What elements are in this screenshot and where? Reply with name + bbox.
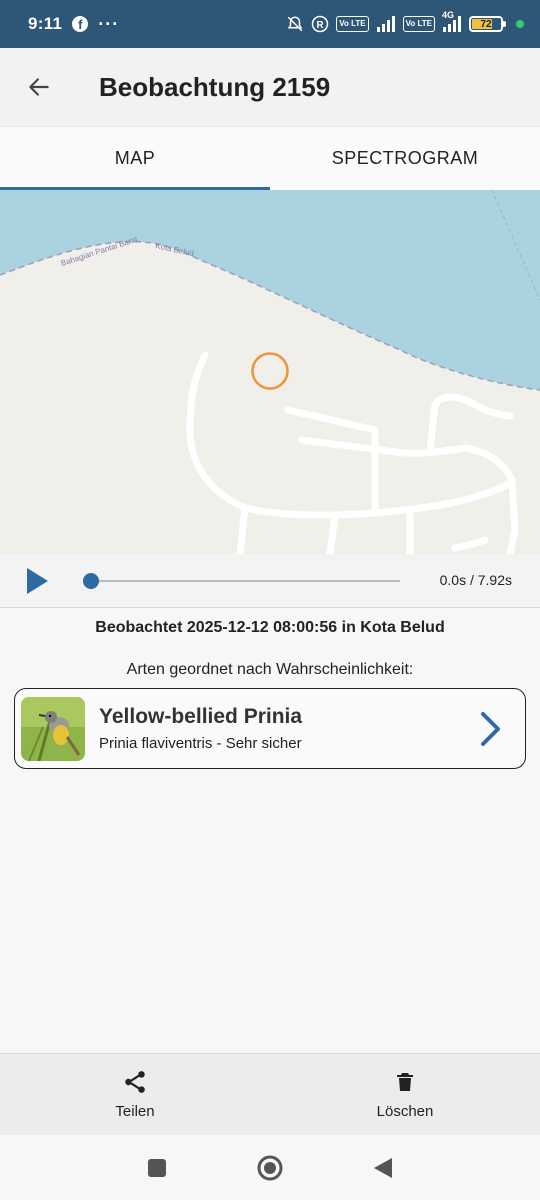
mute-bell-icon (286, 15, 304, 33)
roaming-icon: R (311, 15, 329, 33)
species-heading: Arten geordnet nach Wahrscheinlichkeit: (126, 661, 414, 678)
battery-level: 72 (480, 18, 492, 30)
tab-bar: MAP SPECTROGRAM (0, 126, 540, 190)
map-view[interactable]: Bahagian Pantai Barat Kota Belud (0, 190, 540, 554)
square-icon (147, 1158, 166, 1177)
playback-slider-thumb[interactable] (83, 573, 99, 589)
play-button[interactable] (0, 554, 74, 608)
species-photo (21, 696, 85, 761)
share-icon (125, 1071, 145, 1093)
playback-time: 0.0s / 7.92s (439, 572, 512, 588)
triangle-back-icon (374, 1157, 393, 1178)
species-scientific-name: Prinia flaviventris - Sehr sicher (99, 735, 302, 752)
tab-spectrogram[interactable]: SPECTROGRAM (270, 127, 540, 190)
home-button[interactable] (250, 1148, 290, 1188)
chevron-right-icon (481, 712, 500, 746)
delete-button[interactable]: Löschen (270, 1054, 540, 1135)
facebook-icon: f (72, 16, 89, 32)
tab-map[interactable]: MAP (0, 127, 270, 190)
status-time: 9:11 (28, 14, 63, 33)
species-common-name: Yellow-bellied Prinia (99, 705, 303, 728)
trash-icon (397, 1073, 413, 1091)
network-type: 4G (442, 10, 455, 20)
svg-text:R: R (317, 20, 324, 31)
share-label: Teilen (115, 1103, 155, 1120)
volte-badge: Vo LTE (336, 16, 369, 32)
recents-button[interactable] (137, 1148, 177, 1188)
share-button[interactable]: Teilen (0, 1054, 270, 1135)
delete-label: Löschen (376, 1103, 434, 1120)
map-canvas: Bahagian Pantai Barat Kota Belud (0, 190, 540, 554)
location-marker-icon (251, 352, 289, 390)
volte-badge-2: Vo LTE (402, 16, 435, 32)
species-card[interactable]: Yellow-bellied Prinia Prinia flaviventri… (14, 688, 526, 769)
playback-track[interactable] (90, 580, 400, 582)
status-bar: 9:11 f ··· R Vo LTE Vo LTE 4G 72 (0, 0, 540, 48)
arrow-back-icon (29, 78, 49, 96)
page-title: Beobachtung 2159 (99, 71, 331, 102)
privacy-indicator-dot (516, 20, 524, 28)
signal-4g-icon: 4G (442, 10, 462, 32)
system-nav-bar (0, 1135, 540, 1200)
observation-details: Beobachtet 2025-12-12 08:00:56 in Kota B… (95, 619, 445, 636)
app-bar: Beobachtung 2159 (0, 48, 540, 126)
circle-icon (257, 1155, 283, 1180)
system-back-button[interactable] (363, 1148, 403, 1188)
action-bar: Teilen Löschen (0, 1053, 540, 1135)
battery-icon: 72 (469, 16, 506, 32)
back-button[interactable] (0, 48, 78, 126)
audio-player: 0.0s / 7.92s (0, 554, 540, 608)
signal-icon (376, 16, 396, 32)
play-icon (27, 567, 48, 594)
more-notifications-icon: ··· (98, 13, 120, 34)
